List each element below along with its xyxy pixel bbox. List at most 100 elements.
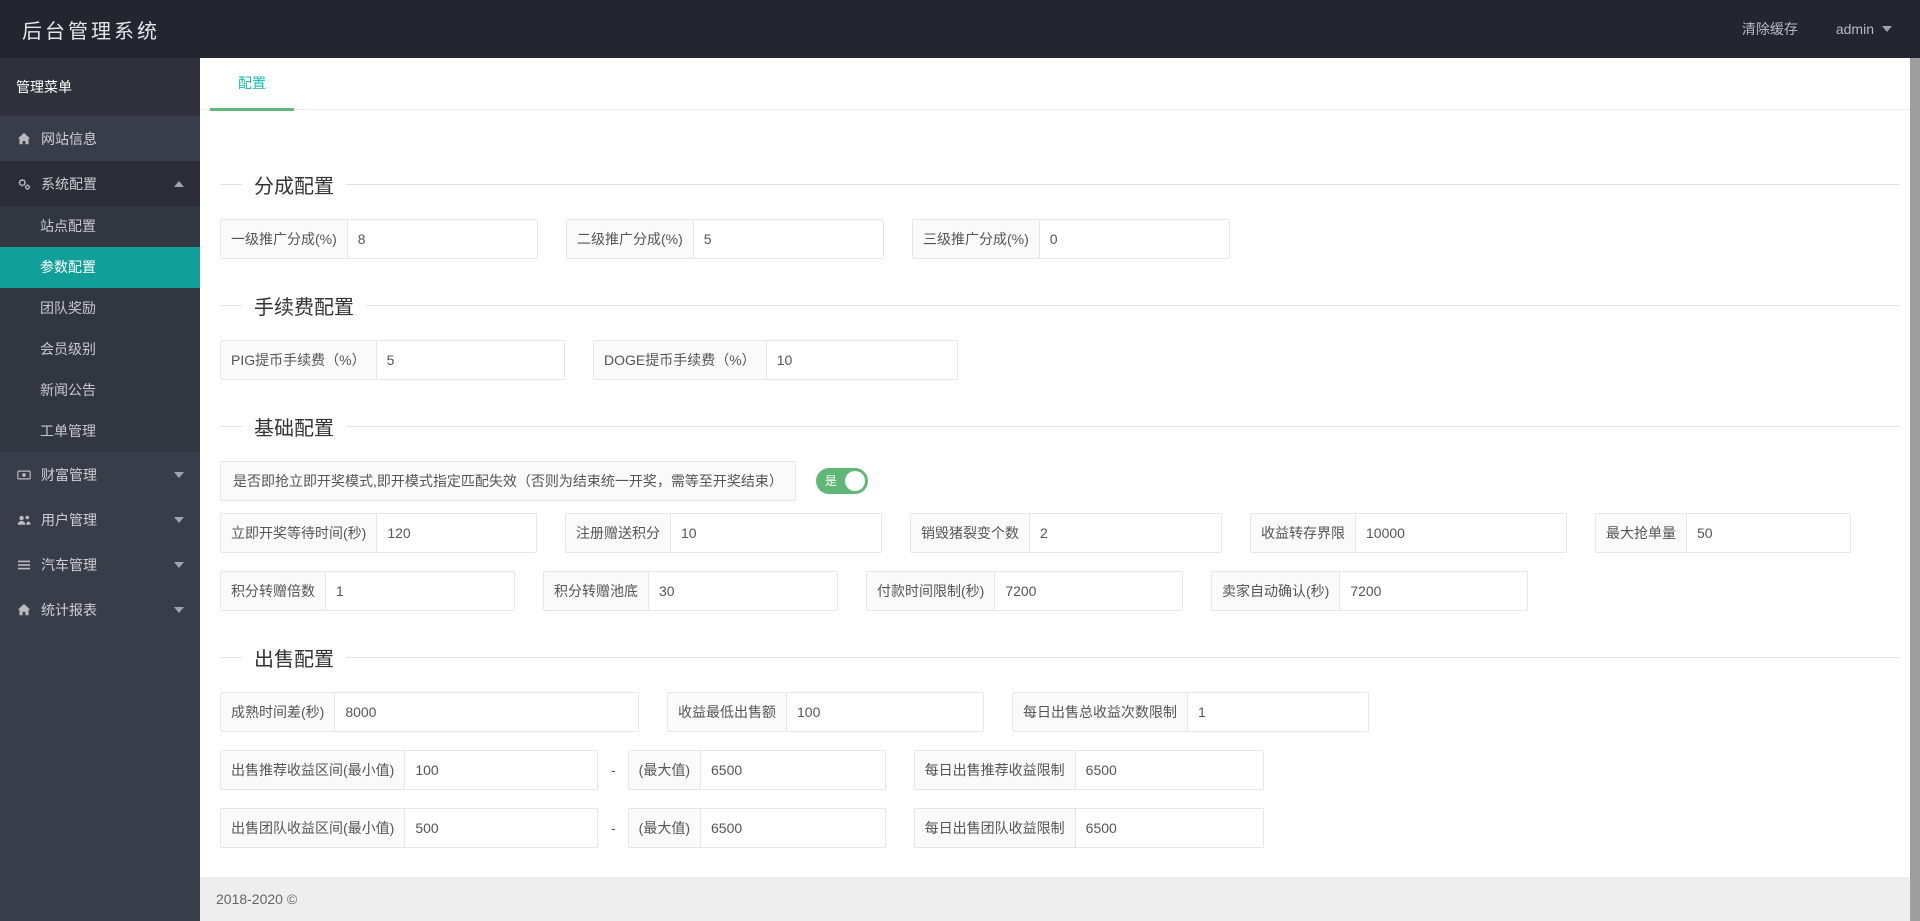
sidebar-subitem-site-config[interactable]: 站点配置 [0, 206, 200, 247]
field-label: (最大值) [628, 751, 701, 789]
sidebar-item-label: 统计报表 [41, 601, 97, 618]
field-input[interactable] [1687, 514, 1850, 552]
tab-config[interactable]: 配置 [210, 58, 294, 111]
toggle-label: 是否即抢立即开奖模式,即开模式指定匹配失效（否则为结束统一开奖，需等至开奖结束） [220, 461, 796, 501]
field-label: DOGE提币手续费（%） [594, 341, 767, 379]
sidebar-item-cars[interactable]: 汽车管理 [0, 542, 200, 587]
field-input[interactable] [347, 220, 537, 258]
field-group: 销毁猪裂变个数 [910, 513, 1222, 553]
field-input[interactable] [376, 341, 564, 379]
field-group: 收益最低出售额 [667, 692, 984, 732]
sale-row-2: 出售推荐收益区间(最小值) - (最大值) 每日出售推荐收益限制 [220, 750, 1900, 790]
field-input[interactable] [1356, 514, 1566, 552]
commission-row: 一级推广分成(%) 二级推广分成(%) 三级推广分成(%) [220, 219, 1900, 259]
field-input[interactable] [377, 514, 536, 552]
field-label: PIG提币手续费（%） [221, 341, 377, 379]
field-label: 收益转存界限 [1251, 514, 1356, 552]
instant-mode-row: 是否即抢立即开奖模式,即开模式指定匹配失效（否则为结束统一开奖，需等至开奖结束）… [220, 461, 1900, 501]
field-input[interactable] [1039, 220, 1229, 258]
field-input[interactable] [701, 751, 885, 789]
field-label: 出售团队收益区间(最小值) [221, 809, 406, 847]
footer: 2018-2020 © [200, 877, 1910, 921]
sidebar-subitem-team-reward[interactable]: 团队奖励 [0, 288, 200, 329]
sidebar-item-system-config[interactable]: 系统配置 [0, 161, 200, 206]
sidebar-item-label: 汽车管理 [41, 556, 97, 573]
sidebar-item-wealth[interactable]: 财富管理 [0, 452, 200, 497]
field-input[interactable] [335, 693, 638, 731]
field-input[interactable] [1340, 572, 1527, 610]
field-group: 注册赠送积分 [565, 513, 882, 553]
app-title: 后台管理系统 [22, 20, 160, 43]
field-group: 二级推广分成(%) [566, 219, 884, 259]
sale-row-1: 成熟时间差(秒) 收益最低出售额 每日出售总收益次数限制 [220, 692, 1900, 732]
field-label: (最大值) [628, 809, 701, 847]
sidebar-subitem-member-level[interactable]: 会员级别 [0, 329, 200, 370]
basic-row-2: 积分转赠倍数 积分转赠池底 付款时间限制(秒) 卖家自动确认(秒) [220, 571, 1900, 611]
field-input[interactable] [326, 572, 514, 610]
chevron-up-icon [174, 180, 184, 187]
field-input[interactable] [1075, 751, 1263, 789]
field-label: 每日出售总收益次数限制 [1013, 693, 1188, 731]
field-input[interactable] [766, 341, 957, 379]
field-group: 积分转赠池底 [543, 571, 838, 611]
field-label: 积分转赠池底 [544, 572, 649, 610]
sidebar-subitem-work-order[interactable]: 工单管理 [0, 411, 200, 452]
field-input[interactable] [693, 220, 883, 258]
field-input[interactable] [1188, 693, 1368, 731]
field-input[interactable] [405, 751, 597, 789]
chevron-down-icon [174, 516, 184, 523]
field-input[interactable] [405, 809, 597, 847]
field-group: 收益转存界限 [1250, 513, 1567, 553]
sidebar: 管理菜单 网站信息 系统配置 站点配置 参数配置 团队奖励 会员级别 新闻公告 … [0, 58, 200, 921]
chevron-down-icon [174, 606, 184, 613]
sidebar-item-reports[interactable]: 统计报表 [0, 587, 200, 632]
tab-bar: 配置 [200, 58, 1920, 111]
field-label: 每日出售推荐收益限制 [914, 751, 1076, 789]
clear-cache-button[interactable]: 清除缓存 [1742, 19, 1798, 39]
sidebar-item-users[interactable]: 用户管理 [0, 497, 200, 542]
field-input[interactable] [995, 572, 1182, 610]
field-input[interactable] [1030, 514, 1221, 552]
field-label: 一级推广分成(%) [221, 220, 348, 258]
toggle-knob [844, 471, 865, 491]
users-icon [16, 513, 32, 527]
chevron-down-icon [174, 471, 184, 478]
field-label: 立即开奖等待时间(秒) [221, 514, 378, 552]
instant-mode-toggle[interactable]: 是 [815, 468, 868, 494]
range-separator: - [611, 762, 616, 778]
field-group: 出售团队收益区间(最小值) [220, 808, 598, 848]
sidebar-item-label: 用户管理 [41, 511, 97, 528]
section-title-fees: 手续费配置 [220, 291, 1900, 320]
username: admin [1835, 21, 1874, 37]
fees-row: PIG提币手续费（%） DOGE提币手续费（%） [220, 340, 1900, 380]
basic-row-1: 立即开奖等待时间(秒) 注册赠送积分 销毁猪裂变个数 收益转存界限 最大抢单量 [220, 513, 1900, 553]
user-menu[interactable]: admin [1836, 21, 1892, 37]
field-label: 注册赠送积分 [566, 514, 671, 552]
field-group: DOGE提币手续费（%） [593, 340, 958, 380]
field-group: PIG提币手续费（%） [220, 340, 565, 380]
field-group: 卖家自动确认(秒) [1211, 571, 1528, 611]
field-input[interactable] [701, 809, 885, 847]
field-input[interactable] [1075, 809, 1263, 847]
sidebar-subitem-param-config[interactable]: 参数配置 [0, 247, 200, 288]
field-input[interactable] [671, 514, 881, 552]
field-group: (最大值) [627, 750, 886, 790]
sale-row-3: 出售团队收益区间(最小值) - (最大值) 每日出售团队收益限制 [220, 808, 1900, 848]
sidebar-item-website-info[interactable]: 网站信息 [0, 116, 200, 161]
field-label: 成熟时间差(秒) [221, 693, 336, 731]
field-group: 最大抢单量 [1595, 513, 1851, 553]
home-icon [16, 132, 32, 146]
field-group: 每日出售推荐收益限制 [913, 750, 1264, 790]
field-group: 积分转赠倍数 [220, 571, 515, 611]
field-input[interactable] [649, 572, 837, 610]
toggle-state-text: 是 [824, 474, 837, 488]
copyright-text: 2018-2020 © [216, 891, 298, 907]
money-icon [16, 468, 32, 482]
field-input[interactable] [787, 693, 983, 731]
main-panel: 配置 分成配置 一级推广分成(%) 二级推广分成(%) 三级推广分成(%) 手续… [200, 58, 1920, 921]
field-group: 每日出售总收益次数限制 [1012, 692, 1369, 732]
sidebar-subitem-news[interactable]: 新闻公告 [0, 370, 200, 411]
list-icon [16, 558, 32, 572]
chevron-down-icon [174, 561, 184, 568]
vertical-scrollbar[interactable] [1910, 58, 1920, 921]
